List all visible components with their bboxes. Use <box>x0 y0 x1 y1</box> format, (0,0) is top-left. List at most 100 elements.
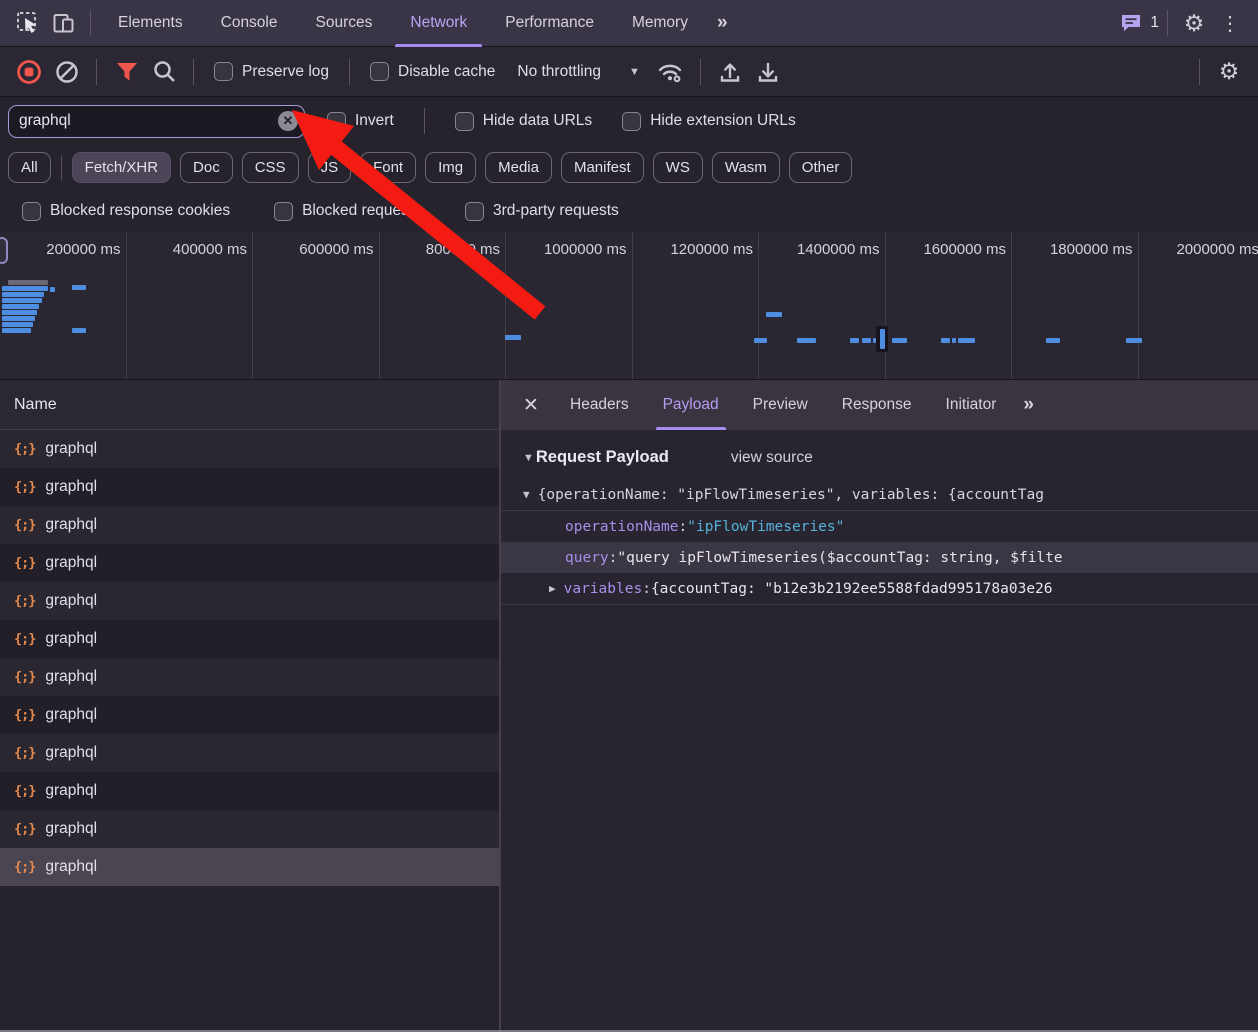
blocked-requests-checkbox[interactable] <box>274 202 293 221</box>
divider <box>1167 10 1168 36</box>
tab-console[interactable]: Console <box>202 0 297 47</box>
divider <box>193 59 194 85</box>
chip-media[interactable]: Media <box>485 152 552 183</box>
tab-response[interactable]: Response <box>825 380 929 430</box>
chip-manifest[interactable]: Manifest <box>561 152 644 183</box>
hide-data-urls-checkbox[interactable] <box>455 112 474 131</box>
disable-cache-label: Disable cache <box>398 63 495 81</box>
json-icon: {;} <box>14 517 35 533</box>
chip-ws[interactable]: WS <box>653 152 703 183</box>
preserve-log-label: Preserve log <box>242 63 329 81</box>
request-row[interactable]: {;}graphql <box>0 430 499 468</box>
settings-gear-icon[interactable]: ⚙ <box>1176 7 1212 39</box>
divider <box>61 156 62 180</box>
payload-query-row[interactable]: query: "query ipFlowTimeseries($accountT… <box>501 542 1258 573</box>
throttling-select[interactable]: No throttling ▼ <box>507 63 649 81</box>
clear-filter-icon[interactable]: ✕ <box>278 111 298 131</box>
request-row[interactable]: {;}graphql <box>0 506 499 544</box>
json-icon: {;} <box>14 669 35 685</box>
chip-wasm[interactable]: Wasm <box>712 152 780 183</box>
divider <box>1199 59 1200 85</box>
requests-pane: Name {;}graphql {;}graphql {;}graphql {;… <box>0 380 501 1032</box>
filter-input[interactable] <box>9 112 304 130</box>
request-type-chips: All Fetch/XHR Doc CSS JS Font Img Media … <box>0 145 1258 190</box>
export-har-icon[interactable] <box>751 56 785 88</box>
divider <box>424 108 425 134</box>
invert-checkbox[interactable] <box>327 112 346 131</box>
name-column-header[interactable]: Name <box>0 380 499 430</box>
filter-button[interactable] <box>109 56 143 88</box>
chip-other[interactable]: Other <box>789 152 853 183</box>
chip-fetch-xhr[interactable]: Fetch/XHR <box>72 152 171 183</box>
dropdown-arrow-icon: ▼ <box>629 66 640 78</box>
more-detail-tabs-icon[interactable]: » <box>1013 394 1042 416</box>
network-panes: Name {;}graphql {;}graphql {;}graphql {;… <box>0 380 1258 1032</box>
collapse-icon[interactable]: ▼ <box>523 452 534 464</box>
tab-network[interactable]: Network <box>391 0 486 47</box>
issues-indicator[interactable]: 1 <box>1120 13 1159 33</box>
network-settings-gear-icon[interactable]: ⚙ <box>1212 56 1246 88</box>
more-tabs-icon[interactable]: » <box>707 12 736 34</box>
request-row[interactable]: {;}graphql <box>0 658 499 696</box>
tab-sources[interactable]: Sources <box>297 0 392 47</box>
request-payload-title[interactable]: Request Payload <box>536 448 669 467</box>
json-icon: {;} <box>14 479 35 495</box>
tab-initiator[interactable]: Initiator <box>929 380 1014 430</box>
filter-row: ✕ Invert Hide data URLs Hide extension U… <box>0 97 1258 145</box>
hide-data-urls-label: Hide data URLs <box>483 112 592 130</box>
expand-icon[interactable]: ▶ <box>549 582 556 595</box>
tab-performance[interactable]: Performance <box>486 0 613 47</box>
disable-cache-checkbox[interactable] <box>370 62 389 81</box>
divider <box>96 59 97 85</box>
inspect-element-icon[interactable] <box>10 7 46 39</box>
json-icon: {;} <box>14 859 35 875</box>
search-button[interactable] <box>147 56 181 88</box>
timeline-overview[interactable]: 200000 ms 400000 ms 600000 ms 800000 ms … <box>0 232 1258 380</box>
tab-memory[interactable]: Memory <box>613 0 707 47</box>
filter-input-wrap: ✕ <box>8 105 305 138</box>
view-source-link[interactable]: view source <box>731 449 813 467</box>
tab-preview[interactable]: Preview <box>736 380 825 430</box>
request-row-selected[interactable]: {;}graphql <box>0 848 499 886</box>
record-button[interactable] <box>12 56 46 88</box>
request-row[interactable]: {;}graphql <box>0 620 499 658</box>
collapse-icon[interactable]: ▼ <box>523 488 530 501</box>
request-row[interactable]: {;}graphql <box>0 468 499 506</box>
tab-payload[interactable]: Payload <box>646 380 736 430</box>
tab-headers[interactable]: Headers <box>553 380 646 430</box>
kebab-menu-icon[interactable]: ⋮ <box>1212 11 1248 36</box>
blocked-response-cookies-checkbox[interactable] <box>22 202 41 221</box>
payload-operation-row[interactable]: operationName: "ipFlowTimeseries" <box>501 511 1258 542</box>
preserve-log-checkbox[interactable] <box>214 62 233 81</box>
chip-doc[interactable]: Doc <box>180 152 233 183</box>
clear-log-button[interactable] <box>50 56 84 88</box>
network-conditions-icon[interactable] <box>654 56 688 88</box>
third-party-requests-checkbox[interactable] <box>465 202 484 221</box>
request-row[interactable]: {;}graphql <box>0 734 499 772</box>
chip-css[interactable]: CSS <box>242 152 299 183</box>
timeline-scroll-handle[interactable] <box>0 237 8 264</box>
json-icon: {;} <box>14 745 35 761</box>
json-icon: {;} <box>14 631 35 647</box>
request-row[interactable]: {;}graphql <box>0 810 499 848</box>
request-row[interactable]: {;}graphql <box>0 582 499 620</box>
tab-elements[interactable]: Elements <box>99 0 202 47</box>
invert-label: Invert <box>355 112 394 130</box>
timeline-bars <box>0 232 1258 379</box>
close-details-icon[interactable]: ✕ <box>509 380 553 430</box>
json-icon: {;} <box>14 821 35 837</box>
request-row[interactable]: {;}graphql <box>0 696 499 734</box>
import-har-icon[interactable] <box>713 56 747 88</box>
chip-all[interactable]: All <box>8 152 51 183</box>
payload-variables-row[interactable]: ▶ variables: {accountTag: "b12e3b2192ee5… <box>501 573 1258 604</box>
hide-extension-urls-checkbox[interactable] <box>622 112 641 131</box>
request-row[interactable]: {;}graphql <box>0 772 499 810</box>
details-pane: ✕ Headers Payload Preview Response Initi… <box>501 380 1258 1032</box>
chip-js[interactable]: JS <box>308 152 352 183</box>
request-row[interactable]: {;}graphql <box>0 544 499 582</box>
payload-root-row[interactable]: ▼ {operationName: "ipFlowTimeseries", va… <box>501 479 1258 510</box>
hide-extension-urls-label: Hide extension URLs <box>650 112 796 130</box>
chip-img[interactable]: Img <box>425 152 476 183</box>
device-toolbar-icon[interactable] <box>46 7 82 39</box>
chip-font[interactable]: Font <box>360 152 416 183</box>
